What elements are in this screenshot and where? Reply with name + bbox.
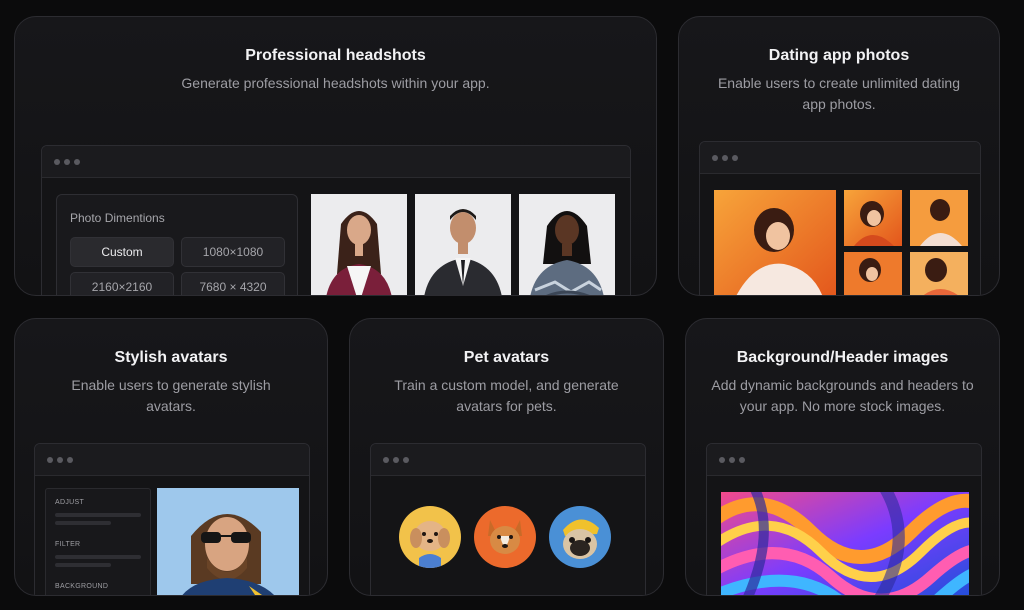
dimension-option-7680[interactable]: 7680 × 4320 (181, 272, 285, 295)
headshot-photo-woman (311, 194, 407, 295)
card-description: Train a custom model, and generate avata… (394, 377, 619, 414)
section-filter[interactable]: FILTER (55, 541, 80, 548)
app-window-mockup (699, 141, 981, 295)
card-description: Enable users to generate stylish avatars… (71, 377, 271, 414)
card-title: Stylish avatars (114, 349, 228, 366)
card-dating-app-photos[interactable]: Dating app photos Enable users to create… (678, 16, 1000, 296)
window-titlebar (371, 444, 645, 476)
app-window-mockup: ADJUST FILTER BACKGROUND (34, 443, 310, 595)
pet-avatar-pug (549, 506, 611, 568)
pet-avatar-poodle (399, 506, 461, 568)
dating-photo-grid (714, 190, 968, 295)
app-window-mockup: Photo Dimentions Custom 1080×1080 2160×2… (41, 145, 631, 295)
card-description: Add dynamic backgrounds and headers to y… (711, 377, 974, 414)
card-description: Enable users to create unlimited dating … (717, 75, 961, 112)
avatar-preview-photo (157, 488, 299, 595)
card-title: Background/Header images (736, 349, 949, 366)
window-dots-icon (719, 457, 745, 463)
window-dots-icon (54, 159, 80, 165)
card-description: Generate professional headshots within y… (181, 75, 490, 91)
window-dots-icon (383, 457, 409, 463)
card-title: Pet avatars (463, 349, 550, 366)
editor-sidebar: ADJUST FILTER BACKGROUND (45, 488, 151, 595)
window-titlebar (35, 444, 309, 476)
card-pet-avatars[interactable]: Pet avatars Train a custom model, and ge… (349, 318, 664, 596)
card-title: Professional headshots (245, 47, 426, 64)
window-titlebar (707, 444, 981, 476)
headshot-photo-woman-2 (519, 194, 615, 295)
section-background[interactable]: BACKGROUND (55, 583, 108, 590)
dimension-option-1080[interactable]: 1080×1080 (181, 237, 285, 267)
window-dots-icon (47, 457, 73, 463)
card-background-header-images[interactable]: Background/Header images Add dynamic bac… (685, 318, 1000, 596)
pet-avatar-corgi (474, 506, 536, 568)
section-adjust[interactable]: ADJUST (55, 499, 84, 506)
dimension-option-custom[interactable]: Custom (70, 237, 174, 267)
headshot-photo-man (415, 194, 511, 295)
app-window-mockup (706, 443, 982, 595)
photo-dimensions-panel: Photo Dimentions Custom 1080×1080 2160×2… (56, 194, 298, 295)
header-image-preview (721, 492, 969, 595)
card-stylish-avatars[interactable]: Stylish avatars Enable users to generate… (14, 318, 328, 596)
window-dots-icon (712, 155, 738, 161)
panel-label: Photo Dimentions (70, 211, 165, 225)
card-title: Dating app photos (768, 47, 910, 64)
window-titlebar (700, 142, 980, 174)
window-titlebar (42, 146, 630, 178)
dimension-option-2160[interactable]: 2160×2160 (70, 272, 174, 295)
card-professional-headshots[interactable]: Professional headshots Generate professi… (14, 16, 657, 296)
app-window-mockup (370, 443, 646, 595)
